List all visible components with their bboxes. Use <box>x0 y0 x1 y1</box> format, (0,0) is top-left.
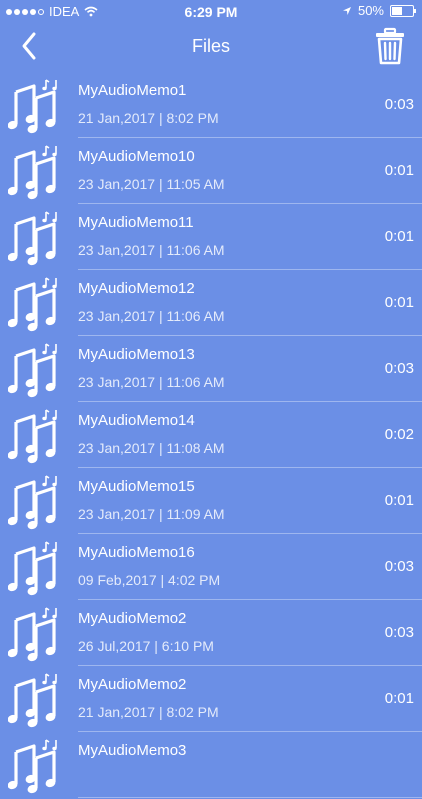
file-duration: 0:02 <box>384 426 414 443</box>
file-duration: 0:01 <box>384 690 414 707</box>
file-name: MyAudioMemo16 <box>78 544 195 561</box>
music-note-icon <box>7 606 64 662</box>
file-duration: 0:03 <box>384 624 414 641</box>
music-note-icon <box>7 540 64 596</box>
file-date: 23 Jan,2017 | 11:06 AM <box>78 308 225 324</box>
file-date: 26 Jul,2017 | 6:10 PM <box>78 638 214 654</box>
file-row[interactable]: MyAudioMemo2 26 Jul,2017 | 6:10 PM 0:03 <box>0 600 422 666</box>
file-row[interactable]: MyAudioMemo2 21 Jan,2017 | 8:02 PM 0:01 <box>0 666 422 732</box>
music-note-icon <box>7 474 64 530</box>
battery-area: 50% <box>342 3 416 18</box>
file-row[interactable]: MyAudioMemo13 23 Jan,2017 | 11:06 AM 0:03 <box>0 336 422 402</box>
file-date: 23 Jan,2017 | 11:09 AM <box>78 506 225 522</box>
navigation-bar: Files <box>0 22 422 72</box>
file-row[interactable]: MyAudioMemo16 09 Feb,2017 | 4:02 PM 0:03 <box>0 534 422 600</box>
file-date: 23 Jan,2017 | 11:06 AM <box>78 374 225 390</box>
music-note-icon <box>7 408 64 464</box>
battery-icon <box>390 4 416 17</box>
trash-icon <box>376 27 404 65</box>
file-duration: 0:03 <box>384 558 414 575</box>
page-title: Files <box>191 36 230 56</box>
file-name: MyAudioMemo2 <box>78 676 187 693</box>
music-note-icon <box>7 144 64 200</box>
file-duration: 0:03 <box>384 96 414 113</box>
file-name: MyAudioMemo12 <box>78 280 195 297</box>
music-note-icon <box>7 672 64 728</box>
file-name: MyAudioMemo3 <box>78 742 187 759</box>
status-bar: IDEA 6:29 PM 50% <box>0 0 422 22</box>
file-name: MyAudioMemo15 <box>78 478 195 495</box>
file-name: MyAudioMemo10 <box>78 148 195 165</box>
delete-button[interactable] <box>374 27 406 65</box>
music-note-icon <box>7 276 64 332</box>
file-row[interactable]: MyAudioMemo15 23 Jan,2017 | 11:09 AM 0:01 <box>0 468 422 534</box>
file-duration: 0:01 <box>384 294 414 311</box>
file-date: 23 Jan,2017 | 11:05 AM <box>78 176 225 192</box>
music-note-icon <box>7 210 64 266</box>
file-row[interactable]: MyAudioMemo1 21 Jan,2017 | 8:02 PM 0:03 <box>0 72 422 138</box>
file-date: 23 Jan,2017 | 11:08 AM <box>78 440 225 456</box>
music-note-icon <box>7 342 64 398</box>
file-row[interactable]: MyAudioMemo12 23 Jan,2017 | 11:06 AM 0:01 <box>0 270 422 336</box>
file-name: MyAudioMemo14 <box>78 412 195 429</box>
file-row[interactable]: MyAudioMemo14 23 Jan,2017 | 11:08 AM 0:02 <box>0 402 422 468</box>
file-name: MyAudioMemo13 <box>78 346 195 363</box>
file-date: 21 Jan,2017 | 8:02 PM <box>78 110 219 126</box>
file-duration: 0:01 <box>384 492 414 509</box>
music-note-icon <box>7 78 64 134</box>
file-name: MyAudioMemo11 <box>78 214 194 231</box>
file-date: 21 Jan,2017 | 8:02 PM <box>78 704 219 720</box>
battery-percentage: 50% <box>357 3 384 18</box>
file-list: MyAudioMemo1 21 Jan,2017 | 8:02 PM 0:03 MyA… <box>0 72 422 798</box>
row-divider <box>78 797 422 798</box>
file-date: 23 Jan,2017 | 11:06 AM <box>78 242 225 258</box>
file-duration: 0:01 <box>384 228 414 245</box>
location-arrow-icon <box>342 6 351 15</box>
file-row[interactable]: MyAudioMemo10 23 Jan,2017 | 11:05 AM 0:01 <box>0 138 422 204</box>
file-duration: 0:03 <box>384 360 414 377</box>
file-name: MyAudioMemo1 <box>78 82 187 99</box>
file-duration: 0:01 <box>384 162 414 179</box>
music-note-icon <box>7 738 64 794</box>
file-row[interactable]: MyAudioMemo11 23 Jan,2017 | 11:06 AM 0:01 <box>0 204 422 270</box>
file-date: 09 Feb,2017 | 4:02 PM <box>78 572 221 588</box>
file-row[interactable]: MyAudioMemo3 <box>0 732 422 798</box>
file-name: MyAudioMemo2 <box>78 610 187 627</box>
